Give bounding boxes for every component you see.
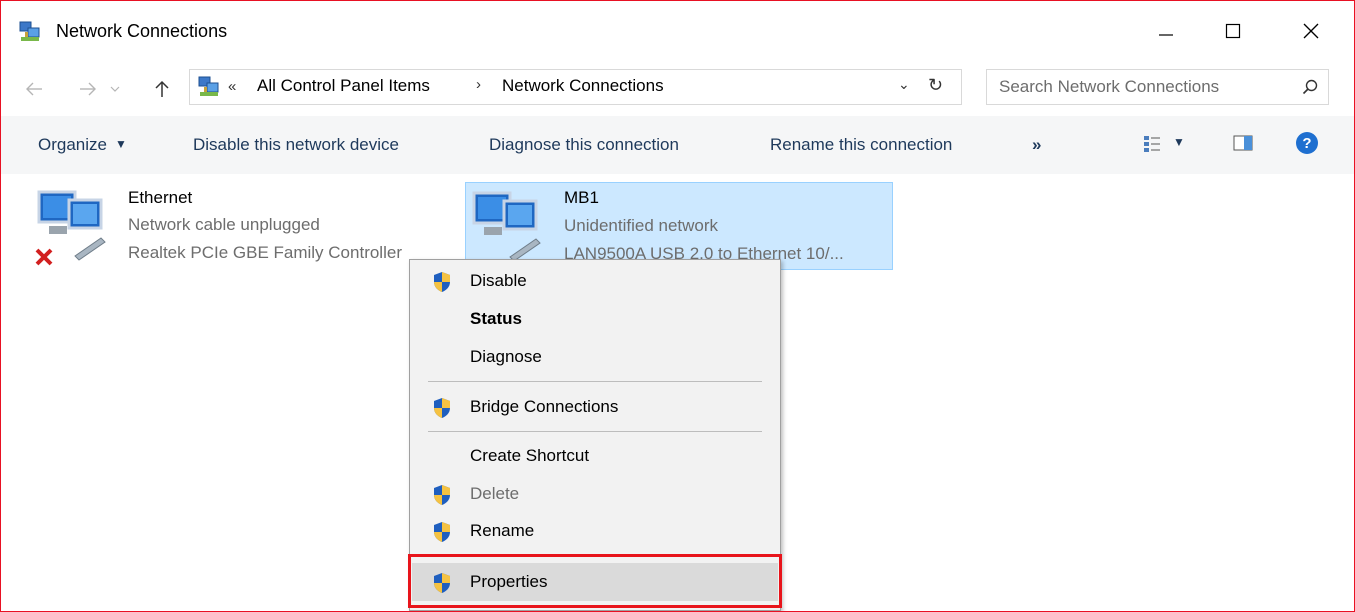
more-commands-button[interactable]: » — [1032, 135, 1041, 155]
diagnose-connection-button[interactable]: Diagnose this connection — [489, 135, 679, 155]
connection-item-mb1[interactable]: MB1 Unidentified network LAN9500A USB 2.… — [465, 182, 893, 270]
address-row: « All Control Panel Items › Network Conn… — [1, 63, 1354, 113]
uac-shield-icon — [434, 272, 450, 292]
refresh-icon[interactable]: ↻ — [928, 75, 943, 96]
connection-item-ethernet[interactable]: Ethernet Network cable unplugged Realtek… — [1, 176, 451, 266]
menu-item-label: Delete — [470, 484, 520, 503]
organize-button[interactable]: Organize ▼ — [38, 135, 127, 155]
maximize-icon — [1225, 23, 1241, 39]
recent-locations-button[interactable] — [106, 76, 124, 102]
menu-item-diagnose[interactable]: Diagnose — [412, 340, 778, 374]
menu-item-label: Disable — [470, 271, 527, 290]
chevron-down-icon: ▼ — [114, 137, 127, 151]
network-connections-window: Network Connections « All Control Panel … — [0, 0, 1355, 612]
menu-item-label: Properties — [470, 572, 548, 591]
search-input[interactable]: Search Network Connections — [986, 69, 1329, 105]
menu-separator — [428, 431, 762, 432]
network-connections-icon — [198, 76, 219, 96]
chevron-down-icon: ▼ — [1173, 135, 1185, 149]
minimize-button[interactable] — [1136, 11, 1196, 51]
close-button[interactable] — [1281, 11, 1341, 51]
connection-name: Ethernet — [128, 188, 193, 207]
up-arrow-icon — [155, 80, 169, 97]
menu-item-label: Status — [470, 309, 522, 328]
help-button[interactable]: ? — [1295, 131, 1319, 160]
minimize-icon — [1159, 34, 1173, 36]
menu-item-properties[interactable]: Properties — [412, 563, 778, 601]
breadcrumb-network-connections[interactable]: Network Connections — [502, 76, 664, 96]
menu-item-disable[interactable]: Disable — [412, 264, 778, 298]
menu-item-delete[interactable]: Delete — [412, 477, 778, 511]
preview-pane-button[interactable] — [1233, 135, 1253, 156]
view-options-icon — [1144, 135, 1160, 152]
connection-adapter: Realtek PCIe GBE Family Controller — [128, 243, 402, 262]
breadcrumb-all-control-panel-items[interactable]: All Control Panel Items — [257, 76, 430, 96]
disable-device-button[interactable]: Disable this network device — [193, 135, 399, 155]
up-button[interactable] — [149, 76, 175, 102]
uac-shield-icon — [434, 485, 450, 505]
address-bar[interactable]: « All Control Panel Items › Network Conn… — [189, 69, 962, 105]
forward-arrow-icon — [80, 82, 96, 96]
command-bar: Organize ▼ Disable this network device Di… — [1, 116, 1354, 174]
uac-shield-icon — [434, 398, 450, 418]
menu-item-rename[interactable]: Rename — [412, 514, 778, 548]
menu-item-label: Bridge Connections — [470, 397, 619, 416]
breadcrumb-overflow[interactable]: « — [228, 78, 236, 95]
menu-item-create-shortcut[interactable]: Create Shortcut — [412, 439, 778, 473]
close-icon — [1303, 23, 1319, 39]
uac-shield-icon — [434, 573, 450, 593]
address-dropdown-icon[interactable]: ⌄ — [898, 76, 910, 93]
menu-item-label: Diagnose — [470, 347, 542, 366]
uac-shield-icon — [434, 522, 450, 542]
title-bar[interactable]: Network Connections — [1, 1, 1354, 63]
connection-status: Network cable unplugged — [128, 215, 320, 234]
menu-item-label: Create Shortcut — [470, 446, 590, 465]
rename-connection-button[interactable]: Rename this connection — [770, 135, 952, 155]
preview-pane-icon — [1233, 135, 1253, 151]
recent-dropdown-icon — [110, 86, 120, 92]
help-icon: ? — [1296, 132, 1318, 154]
menu-item-bridge-connections[interactable]: Bridge Connections — [412, 390, 778, 424]
search-icon — [1302, 79, 1318, 95]
menu-separator — [428, 381, 762, 382]
context-menu: Disable Status Diagnose Bridge Connectio… — [409, 259, 781, 611]
organize-label: Organize — [38, 135, 107, 154]
menu-item-label: Rename — [470, 521, 535, 540]
back-arrow-icon — [26, 82, 42, 96]
maximize-button[interactable] — [1203, 11, 1263, 51]
disconnected-x-icon — [35, 248, 53, 266]
back-button[interactable] — [21, 76, 47, 102]
view-options-button[interactable]: ▼ — [1143, 133, 1185, 153]
search-placeholder: Search Network Connections — [999, 77, 1220, 96]
connection-name: MB1 — [564, 188, 599, 207]
network-adapter-icon — [472, 191, 541, 262]
breadcrumb-separator[interactable]: › — [476, 76, 481, 93]
forward-button[interactable] — [75, 76, 101, 102]
svg-text:?: ? — [1302, 135, 1311, 152]
connection-status: Unidentified network — [564, 216, 719, 235]
window-title: Network Connections — [56, 21, 228, 41]
network-connections-icon — [19, 21, 40, 41]
menu-item-status[interactable]: Status — [412, 302, 778, 336]
